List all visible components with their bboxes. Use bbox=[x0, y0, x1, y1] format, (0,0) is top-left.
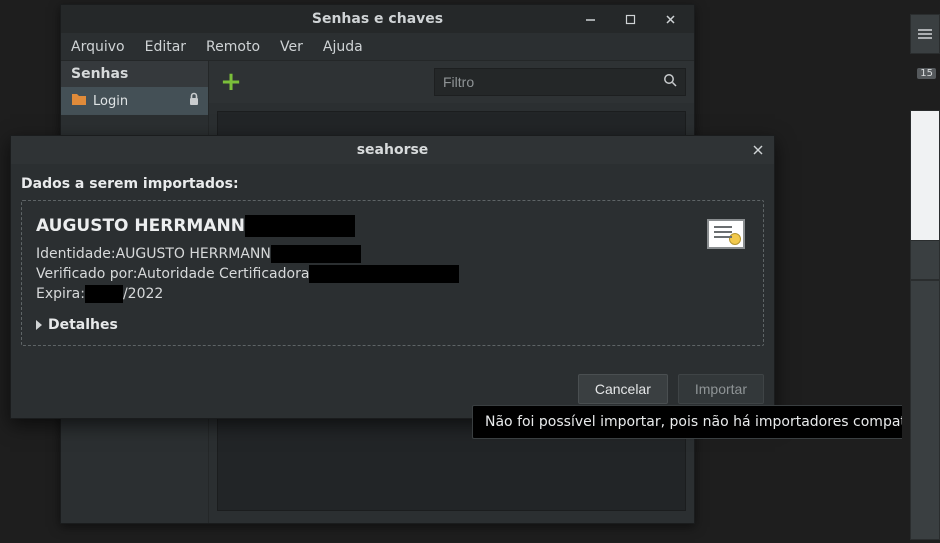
menu-remoto[interactable]: Remoto bbox=[204, 35, 262, 59]
identity-label: Identidade: bbox=[36, 246, 116, 262]
certificate-box: AUGUSTO HERRMANN Identidade: AUGUSTO HER… bbox=[21, 200, 764, 346]
certificate-name-row: AUGUSTO HERRMANN bbox=[36, 215, 749, 237]
background-toolbar-icon bbox=[910, 14, 940, 54]
dialog-title: seahorse bbox=[357, 142, 429, 158]
certificate-verified-row: Verificado por: Autoridade Certificadora bbox=[36, 265, 749, 283]
menu-editar[interactable]: Editar bbox=[143, 35, 188, 59]
details-label: Detalhes bbox=[48, 317, 118, 333]
identity-value: AUGUSTO HERRMANN bbox=[116, 246, 271, 262]
sidebar-item-label: Login bbox=[93, 94, 128, 109]
certificate-identity-row: Identidade: AUGUSTO HERRMANN bbox=[36, 245, 749, 263]
search-icon bbox=[663, 73, 677, 91]
menu-arquivo[interactable]: Arquivo bbox=[69, 35, 127, 59]
expires-suffix: /2022 bbox=[123, 286, 163, 302]
maximize-button[interactable] bbox=[610, 5, 650, 33]
background-panel: 15 bbox=[902, 0, 940, 543]
background-badge: 15 bbox=[917, 68, 936, 79]
sidebar-header-senhas[interactable]: Senhas bbox=[61, 61, 208, 87]
sidebar-item-login[interactable]: Login bbox=[61, 87, 208, 115]
import-dialog: seahorse Dados a serem importados: AUGUS… bbox=[10, 135, 775, 419]
close-button[interactable] bbox=[650, 5, 690, 33]
error-tooltip: Não foi possível importar, pois não há i… bbox=[472, 405, 940, 439]
menu-ajuda[interactable]: Ajuda bbox=[321, 35, 365, 59]
menu-ver[interactable]: Ver bbox=[278, 35, 305, 59]
dialog-titlebar[interactable]: seahorse bbox=[11, 136, 774, 164]
minimize-button[interactable] bbox=[570, 5, 610, 33]
redacted-block bbox=[309, 265, 459, 283]
window-title: Senhas e chaves bbox=[312, 11, 443, 27]
search-field[interactable] bbox=[434, 68, 686, 96]
folder-icon bbox=[71, 92, 87, 110]
verified-label: Verificado por: bbox=[36, 266, 137, 282]
import-button[interactable]: Importar bbox=[678, 374, 764, 404]
tooltip-text: Não foi possível importar, pois não há i… bbox=[485, 414, 938, 430]
menubar: Arquivo Editar Remoto Ver Ajuda bbox=[61, 33, 694, 61]
background-panel-segment bbox=[910, 280, 940, 540]
certificate-expires-row: Expira: /2022 bbox=[36, 285, 749, 303]
titlebar[interactable]: Senhas e chaves bbox=[61, 5, 694, 33]
expires-label: Expira: bbox=[36, 286, 85, 302]
toolbar: + bbox=[209, 61, 694, 103]
redacted-block bbox=[85, 285, 123, 303]
search-input[interactable] bbox=[443, 74, 663, 90]
cancel-button[interactable]: Cancelar bbox=[578, 374, 668, 404]
plus-icon: + bbox=[220, 69, 242, 95]
dialog-close-button[interactable] bbox=[748, 140, 768, 160]
redacted-block bbox=[245, 215, 355, 237]
import-heading: Dados a serem importados: bbox=[21, 176, 764, 192]
verified-value: Autoridade Certificadora bbox=[137, 266, 309, 282]
background-panel-segment bbox=[910, 240, 940, 280]
details-expander[interactable]: Detalhes bbox=[36, 317, 749, 333]
certificate-icon bbox=[707, 219, 745, 249]
chevron-right-icon bbox=[36, 320, 42, 330]
dialog-body: Dados a serem importados: AUGUSTO HERRMA… bbox=[11, 164, 774, 356]
redacted-block bbox=[271, 245, 361, 263]
certificate-name: AUGUSTO HERRMANN bbox=[36, 216, 245, 236]
lock-icon bbox=[188, 92, 200, 110]
window-controls bbox=[570, 5, 690, 33]
add-button[interactable]: + bbox=[217, 68, 245, 96]
